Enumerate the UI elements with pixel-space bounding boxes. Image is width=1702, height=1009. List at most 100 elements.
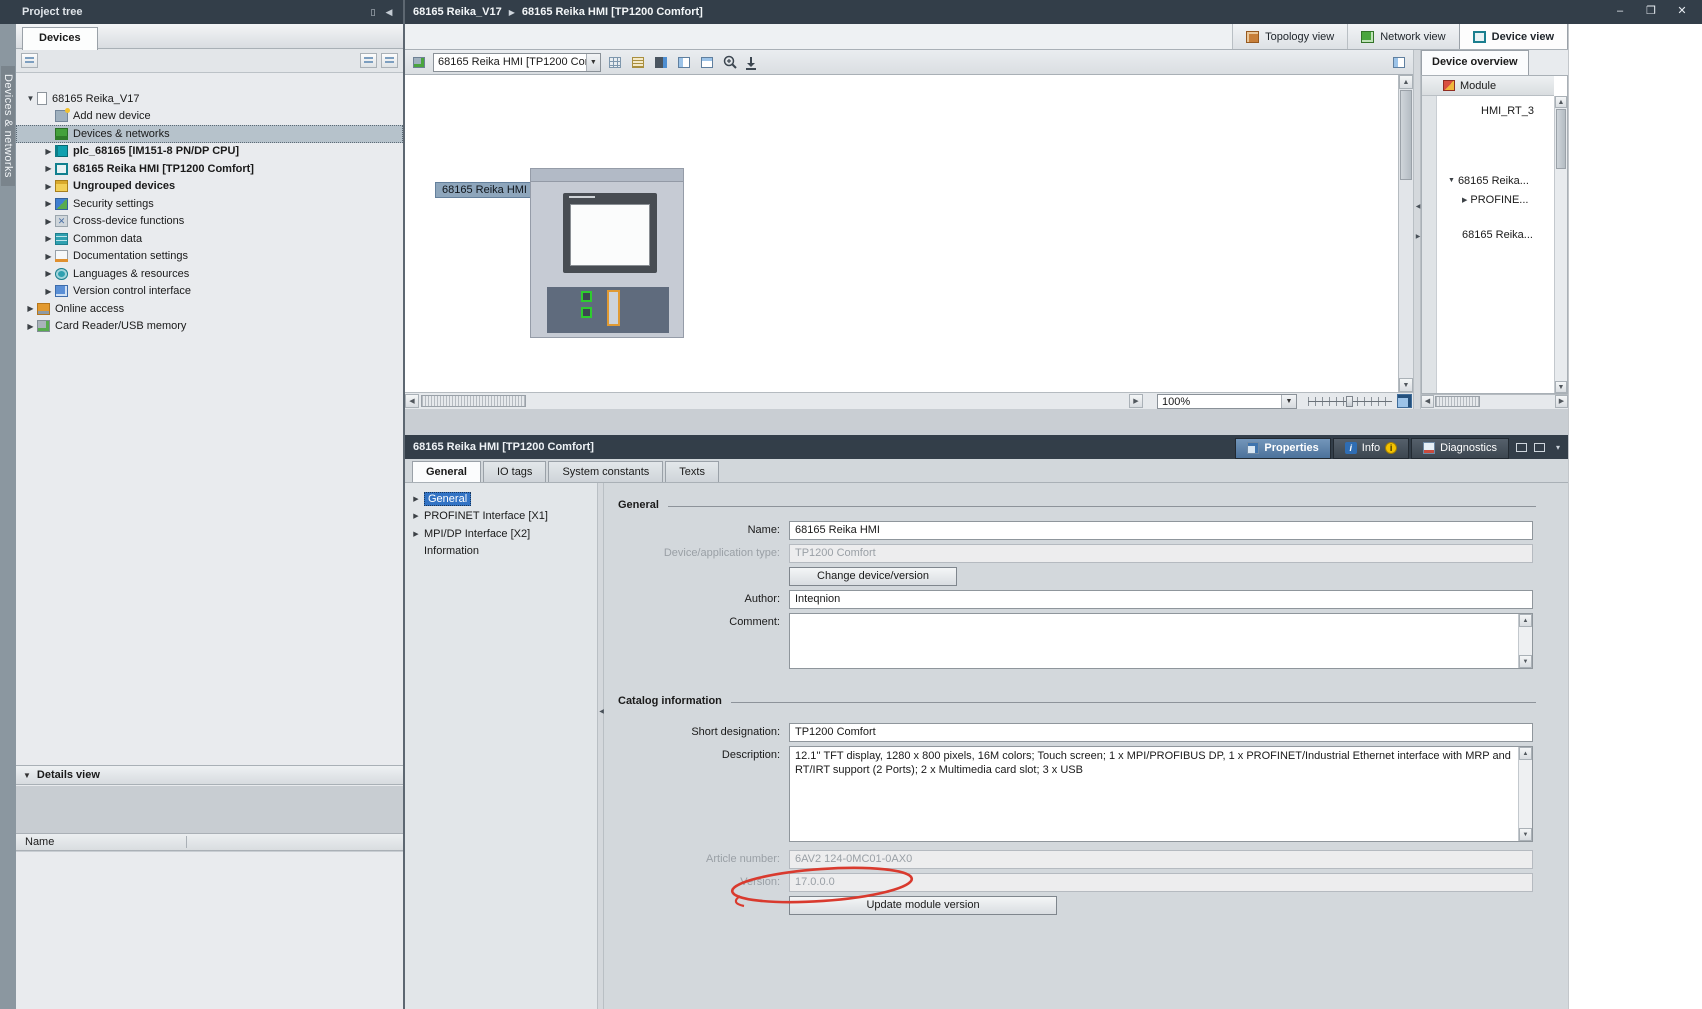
overview-vertical-scrollbar[interactable]: ▲ ▼ bbox=[1554, 96, 1567, 393]
tree-item-add-new-device[interactable]: Add new device bbox=[16, 108, 403, 126]
expander-icon[interactable]: ▶ bbox=[24, 304, 37, 313]
overview-splitter[interactable]: ◀ ▶ bbox=[1413, 50, 1421, 409]
tree-item-languages-resources[interactable]: ▶ Languages & resources bbox=[16, 265, 403, 283]
expander-icon[interactable]: ▶ bbox=[411, 512, 421, 520]
scroll-thumb[interactable] bbox=[421, 395, 526, 407]
expander-icon[interactable]: ▶ bbox=[42, 147, 55, 156]
overview-row-device2[interactable]: 68165 Reika... bbox=[1462, 226, 1533, 243]
name-input[interactable]: 68165 Reika HMI bbox=[789, 521, 1533, 540]
scroll-up-icon[interactable]: ▲ bbox=[1519, 747, 1532, 760]
page-preview-icon[interactable] bbox=[1390, 54, 1408, 71]
change-device-version-button[interactable]: Change device/version bbox=[789, 567, 957, 586]
scroll-left-icon[interactable]: ◀ bbox=[405, 394, 419, 408]
rail-tab-devices-networks[interactable]: Devices & networks bbox=[1, 66, 15, 186]
expander-icon[interactable]: ▶ bbox=[411, 495, 421, 503]
nav-item-mpi-dp[interactable]: ▶ MPI/DP Interface [X2] bbox=[405, 525, 597, 543]
expander-icon[interactable]: ▶ bbox=[411, 530, 421, 538]
grid-view-icon[interactable] bbox=[606, 54, 624, 71]
subtab-system-constants[interactable]: System constants bbox=[548, 461, 663, 482]
zoom-slider[interactable] bbox=[1308, 396, 1392, 407]
comment-textarea[interactable]: ▲▼ bbox=[789, 613, 1533, 669]
tab-properties[interactable]: Properties bbox=[1235, 438, 1330, 459]
export-icon[interactable] bbox=[744, 54, 758, 71]
details-view-header[interactable]: ▼ Details view bbox=[16, 765, 403, 785]
dock-panel-icon[interactable] bbox=[1534, 443, 1545, 452]
fit-to-window-icon[interactable] bbox=[1397, 394, 1412, 408]
module-column-header[interactable]: Module bbox=[1422, 76, 1554, 96]
tab-device-overview[interactable]: Device overview bbox=[1421, 50, 1529, 75]
scroll-right-icon[interactable]: ▶ bbox=[1129, 394, 1143, 408]
expander-icon[interactable]: ▼ bbox=[1448, 177, 1455, 184]
show-labels-icon[interactable] bbox=[629, 54, 647, 71]
scroll-right-icon[interactable]: ▶ bbox=[1555, 395, 1568, 408]
breadcrumb-editor[interactable]: 68165 Reika HMI [TP1200 Comfort] bbox=[522, 6, 703, 18]
subtab-texts[interactable]: Texts bbox=[665, 461, 719, 482]
tree-item-hmi[interactable]: ▶ 68165 Reika HMI [TP1200 Comfort] bbox=[16, 160, 403, 178]
tree-item-cross-device-functions[interactable]: ▶ ✕ Cross-device functions bbox=[16, 213, 403, 231]
minimize-button[interactable]: – bbox=[1608, 3, 1632, 21]
update-module-version-button[interactable]: Update module version bbox=[789, 896, 1057, 915]
table-view-icon[interactable] bbox=[698, 54, 716, 71]
tab-topology-view[interactable]: Topology view bbox=[1232, 24, 1347, 49]
expander-icon[interactable]: ▶ bbox=[1462, 196, 1467, 204]
expander-icon[interactable]: ▶ bbox=[42, 287, 55, 296]
tab-info[interactable]: i Info i bbox=[1333, 438, 1409, 459]
zoom-select[interactable]: 100% ▼ bbox=[1157, 394, 1297, 409]
slider-thumb[interactable] bbox=[1346, 396, 1353, 407]
zoom-in-icon[interactable] bbox=[721, 54, 739, 71]
scroll-thumb[interactable] bbox=[1435, 396, 1480, 407]
scroll-up-icon[interactable]: ▲ bbox=[1555, 96, 1567, 108]
nav-item-information[interactable]: Information bbox=[405, 543, 597, 561]
scroll-down-icon[interactable]: ▼ bbox=[1519, 655, 1532, 668]
nav-item-general[interactable]: ▶ General bbox=[405, 490, 597, 508]
scroll-down-icon[interactable]: ▼ bbox=[1399, 378, 1413, 392]
restore-button[interactable]: ❐ bbox=[1639, 3, 1663, 21]
scroll-up-icon[interactable]: ▲ bbox=[1519, 614, 1532, 627]
textarea-scrollbar[interactable]: ▲▼ bbox=[1518, 747, 1532, 841]
edit-mode-icon[interactable] bbox=[652, 54, 670, 71]
pin-panel-icon[interactable]: ▯ bbox=[365, 5, 381, 19]
scroll-down-icon[interactable]: ▼ bbox=[1519, 828, 1532, 841]
chevron-down-icon[interactable]: ▼ bbox=[586, 54, 600, 71]
close-button[interactable]: ✕ bbox=[1670, 3, 1694, 21]
collapse-panel-icon[interactable]: ▾ bbox=[1552, 443, 1564, 452]
tree-item-documentation-settings[interactable]: ▶ Documentation settings bbox=[16, 248, 403, 266]
expander-icon[interactable]: ▶ bbox=[42, 252, 55, 261]
overview-horizontal-scrollbar[interactable]: ◀ ▶ bbox=[1421, 394, 1568, 409]
tree-item-ungrouped-devices[interactable]: ▶ Ungrouped devices bbox=[16, 178, 403, 196]
expander-icon[interactable]: ▶ bbox=[42, 217, 55, 226]
tree-item-version-control[interactable]: ▶ Version control interface bbox=[16, 283, 403, 301]
device-view-canvas[interactable]: 68165 Reika HMI bbox=[405, 75, 1398, 392]
scroll-up-icon[interactable]: ▲ bbox=[1399, 75, 1413, 89]
overview-row-device[interactable]: ▼ 68165 Reika... bbox=[1448, 172, 1529, 189]
tree-item-card-reader[interactable]: ▶ Card Reader/USB memory bbox=[16, 318, 403, 336]
scroll-thumb[interactable] bbox=[1400, 90, 1412, 180]
expander-icon[interactable]: ▶ bbox=[24, 322, 37, 331]
nav-splitter[interactable]: ◀ bbox=[597, 483, 604, 1009]
scroll-down-icon[interactable]: ▼ bbox=[1555, 381, 1567, 393]
subtab-io-tags[interactable]: IO tags bbox=[483, 461, 546, 482]
tab-network-view[interactable]: Network view bbox=[1347, 24, 1458, 49]
expander-icon[interactable]: ▶ bbox=[42, 199, 55, 208]
tab-devices[interactable]: Devices bbox=[22, 27, 98, 50]
tree-item-project-root[interactable]: ▼ 68165 Reika_V17 bbox=[16, 90, 403, 108]
expander-icon[interactable]: ▼ bbox=[24, 94, 37, 103]
tree-item-security-settings[interactable]: ▶ Security settings bbox=[16, 195, 403, 213]
canvas-vertical-scrollbar[interactable]: ▲ ▼ bbox=[1398, 75, 1413, 392]
expander-icon[interactable]: ▶ bbox=[42, 164, 55, 173]
tab-device-view[interactable]: Device view bbox=[1459, 24, 1568, 49]
subtab-general[interactable]: General bbox=[412, 461, 481, 482]
details-name-column-header[interactable]: Name bbox=[16, 833, 403, 851]
tree-item-devices-networks[interactable]: Devices & networks bbox=[16, 125, 403, 143]
split-view-icon[interactable] bbox=[675, 54, 693, 71]
hmi-device-label[interactable]: 68165 Reika HMI bbox=[435, 182, 534, 198]
nav-item-profinet[interactable]: ▶ PROFINET Interface [X1] bbox=[405, 508, 597, 526]
tree-options-icon[interactable] bbox=[21, 53, 38, 68]
float-panel-icon[interactable] bbox=[1516, 443, 1527, 452]
breadcrumb-project[interactable]: 68165 Reika_V17 bbox=[413, 6, 502, 18]
expander-icon[interactable]: ▶ bbox=[42, 269, 55, 278]
expander-icon[interactable]: ▶ bbox=[42, 182, 55, 191]
device-select[interactable]: 68165 Reika HMI [TP1200 Cor ▼ bbox=[433, 53, 601, 72]
tree-item-common-data[interactable]: ▶ Common data bbox=[16, 230, 403, 248]
author-input[interactable]: Inteqnion bbox=[789, 590, 1533, 609]
